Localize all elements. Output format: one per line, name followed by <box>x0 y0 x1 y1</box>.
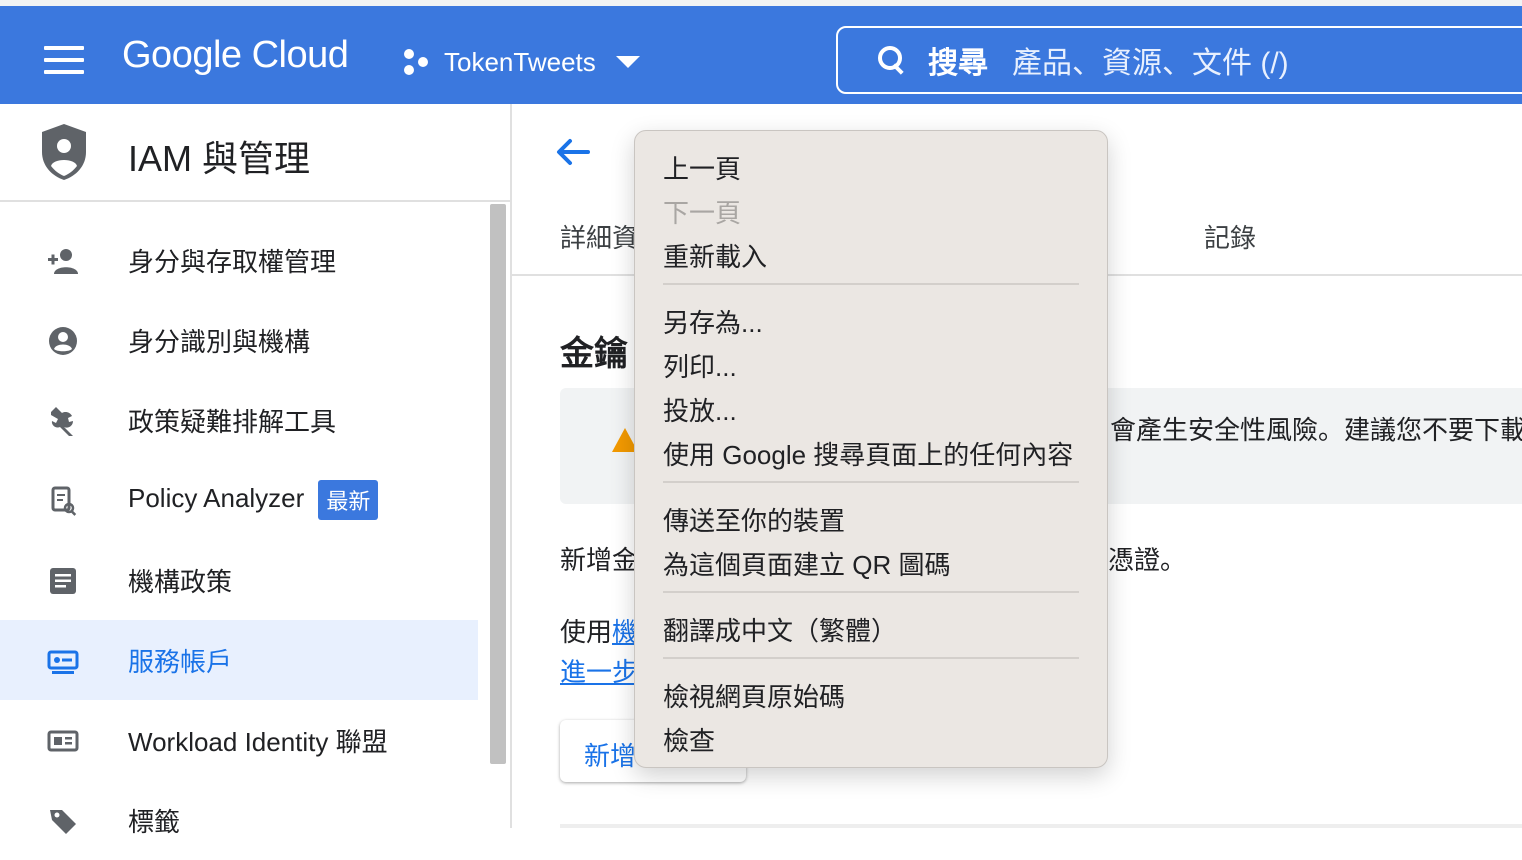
chevron-down-icon <box>615 56 640 68</box>
sidebar-item-label: 政策疑難排解工具 <box>128 406 337 437</box>
search-icon <box>878 46 906 74</box>
document-search-icon <box>46 484 80 518</box>
sidebar: IAM 與管理 身分與存取權管理 身分識別與機構 政策疑難排解工具 Policy… <box>0 104 512 837</box>
menu-item-forward: 下一頁 <box>663 198 742 228</box>
list-document-icon <box>46 564 80 598</box>
section-title: 金鑰 <box>560 335 628 373</box>
context-menu: 上一頁 下一頁 重新載入 另存為... 列印... 投放... 使用 Googl… <box>634 130 1108 768</box>
sidebar-item-policy-analyzer[interactable]: Policy Analyzer 最新 <box>0 460 478 540</box>
menu-item-send-to-devices[interactable]: 傳送至你的裝置 <box>663 501 845 538</box>
menu-item-google-search[interactable]: 使用 Google 搜尋頁面上的任何內容 <box>663 435 1073 472</box>
sidebar-item-service-accounts[interactable]: 服務帳戶 <box>0 620 478 700</box>
tab-logs[interactable]: 記錄 <box>1204 218 1256 255</box>
description-start: 新增金 <box>560 545 639 575</box>
wrench-icon <box>46 404 80 438</box>
menu-item-cast[interactable]: 投放... <box>663 391 737 428</box>
policy-analyzer-label: Policy Analyzer <box>128 482 305 513</box>
sidebar-header: IAM 與管理 <box>0 104 510 202</box>
menu-item-save-as[interactable]: 另存為... <box>663 303 763 340</box>
project-name: TokenTweets <box>444 46 596 77</box>
sidebar-item-policy-troubleshooter[interactable]: 政策疑難排解工具 <box>0 380 478 460</box>
service-account-icon <box>46 644 80 678</box>
sidebar-item-label: 身分與存取權管理 <box>128 246 337 277</box>
menu-separator <box>663 591 1079 593</box>
warning-text: 會產生安全性風險。建議您不要下載 <box>1110 415 1522 445</box>
menu-separator <box>663 657 1079 659</box>
google-cloud-logo[interactable]: Google Cloud <box>122 34 349 77</box>
menu-item-back[interactable]: 上一頁 <box>663 149 741 186</box>
usage-start: 使用 <box>560 617 613 647</box>
sidebar-item-iam[interactable]: 身分與存取權管理 <box>0 220 478 300</box>
sidebar-item-org-policies[interactable]: 機構政策 <box>0 540 478 620</box>
sidebar-item-label: 標籤 <box>128 806 181 837</box>
person-add-icon <box>46 244 80 278</box>
menu-item-inspect[interactable]: 檢查 <box>663 721 715 758</box>
id-card-icon <box>46 724 80 758</box>
sidebar-item-label: 服務帳戶 <box>128 646 233 677</box>
back-arrow-icon[interactable] <box>552 132 592 172</box>
menu-item-qr-code[interactable]: 為這個頁面建立 QR 圖碼 <box>663 545 950 582</box>
shield-person-icon <box>42 124 86 180</box>
sidebar-scrollbar[interactable] <box>490 204 506 764</box>
sidebar-item-label: Policy Analyzer 最新 <box>128 480 379 520</box>
usage-text: 使用機 <box>560 612 638 649</box>
sidebar-item-label: 身分識別與機構 <box>128 326 311 357</box>
sidebar-item-workload-identity[interactable]: Workload Identity 聯盟 <box>0 700 478 780</box>
sidebar-item-identity-org[interactable]: 身分識別與機構 <box>0 300 478 380</box>
description-end: 憑證。 <box>1108 545 1187 575</box>
account-circle-icon <box>46 324 80 358</box>
search-placeholder: 產品、資源、文件 (/) <box>1012 47 1289 80</box>
menu-item-reload[interactable]: 重新載入 <box>663 237 767 274</box>
sidebar-item-tags[interactable]: 標籤 <box>0 780 478 860</box>
menu-item-print[interactable]: 列印... <box>663 347 737 384</box>
new-badge: 最新 <box>318 480 379 520</box>
project-picker[interactable]: TokenTweets <box>402 42 640 82</box>
menu-icon[interactable] <box>44 46 84 76</box>
divider <box>560 824 1522 828</box>
tag-icon <box>46 804 80 838</box>
sidebar-title: IAM 與管理 <box>128 138 311 179</box>
project-dots-icon <box>402 47 432 77</box>
search-bar[interactable]: 搜尋 產品、資源、文件 (/) <box>836 26 1522 94</box>
menu-item-view-source[interactable]: 檢視網頁原始碼 <box>663 677 845 714</box>
search-label: 搜尋 <box>928 47 988 80</box>
sidebar-item-label: Workload Identity 聯盟 <box>128 726 388 757</box>
learn-more-link[interactable]: 進一步 <box>560 652 638 689</box>
top-bar: Google Cloud TokenTweets 搜尋 產品、資源、文件 (/) <box>0 6 1522 104</box>
tab-details[interactable]: 詳細資 <box>560 218 638 255</box>
menu-item-translate[interactable]: 翻譯成中文（繁體） <box>663 611 897 648</box>
menu-separator <box>663 283 1079 285</box>
sidebar-item-label: 機構政策 <box>128 566 233 597</box>
menu-separator <box>663 481 1079 483</box>
